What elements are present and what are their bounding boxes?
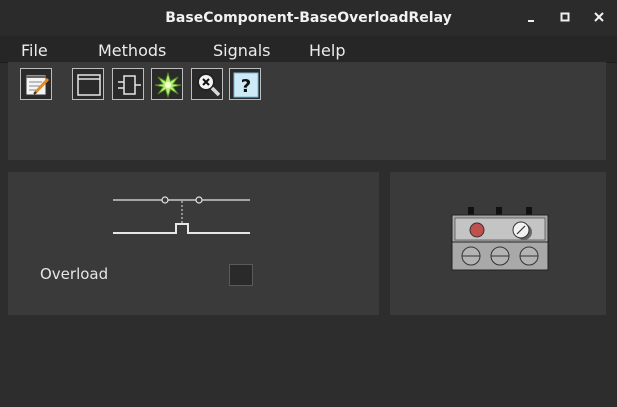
help-question-icon: ? (233, 72, 259, 98)
svg-text:?: ? (241, 76, 251, 97)
component-panel: Overload (8, 172, 379, 315)
menu-help[interactable]: Help (309, 41, 345, 60)
menu-methods[interactable]: Methods (98, 41, 166, 60)
component-button[interactable] (112, 68, 144, 100)
menu-bar: File Methods Signals Help (0, 36, 617, 63)
component-block-icon (118, 75, 141, 95)
maximize-icon[interactable] (556, 8, 574, 26)
window-button[interactable] (72, 68, 104, 100)
window-titlebar[interactable]: BaseComponent-BaseOverloadRelay (0, 0, 617, 36)
toolbar-panel: ? (8, 62, 606, 160)
overload-relay-image (451, 207, 549, 271)
overload-indicator[interactable] (229, 264, 253, 286)
window-icon (77, 74, 101, 96)
overload-contact-symbol (113, 196, 250, 234)
relay-image-panel (390, 172, 606, 315)
menu-file[interactable]: File (21, 41, 48, 60)
minimize-icon[interactable] (522, 8, 540, 26)
star-burst-icon (154, 71, 182, 99)
notepad-button[interactable] (20, 68, 52, 100)
magnifier-x-icon (197, 73, 221, 97)
inspect-button[interactable] (191, 68, 223, 100)
close-icon[interactable] (590, 8, 608, 26)
help-button[interactable]: ? (229, 68, 261, 100)
notepad-pencil-icon (25, 74, 50, 96)
starburst-button[interactable] (151, 68, 183, 100)
overload-label: Overload (40, 265, 109, 283)
menu-signals[interactable]: Signals (213, 41, 270, 60)
